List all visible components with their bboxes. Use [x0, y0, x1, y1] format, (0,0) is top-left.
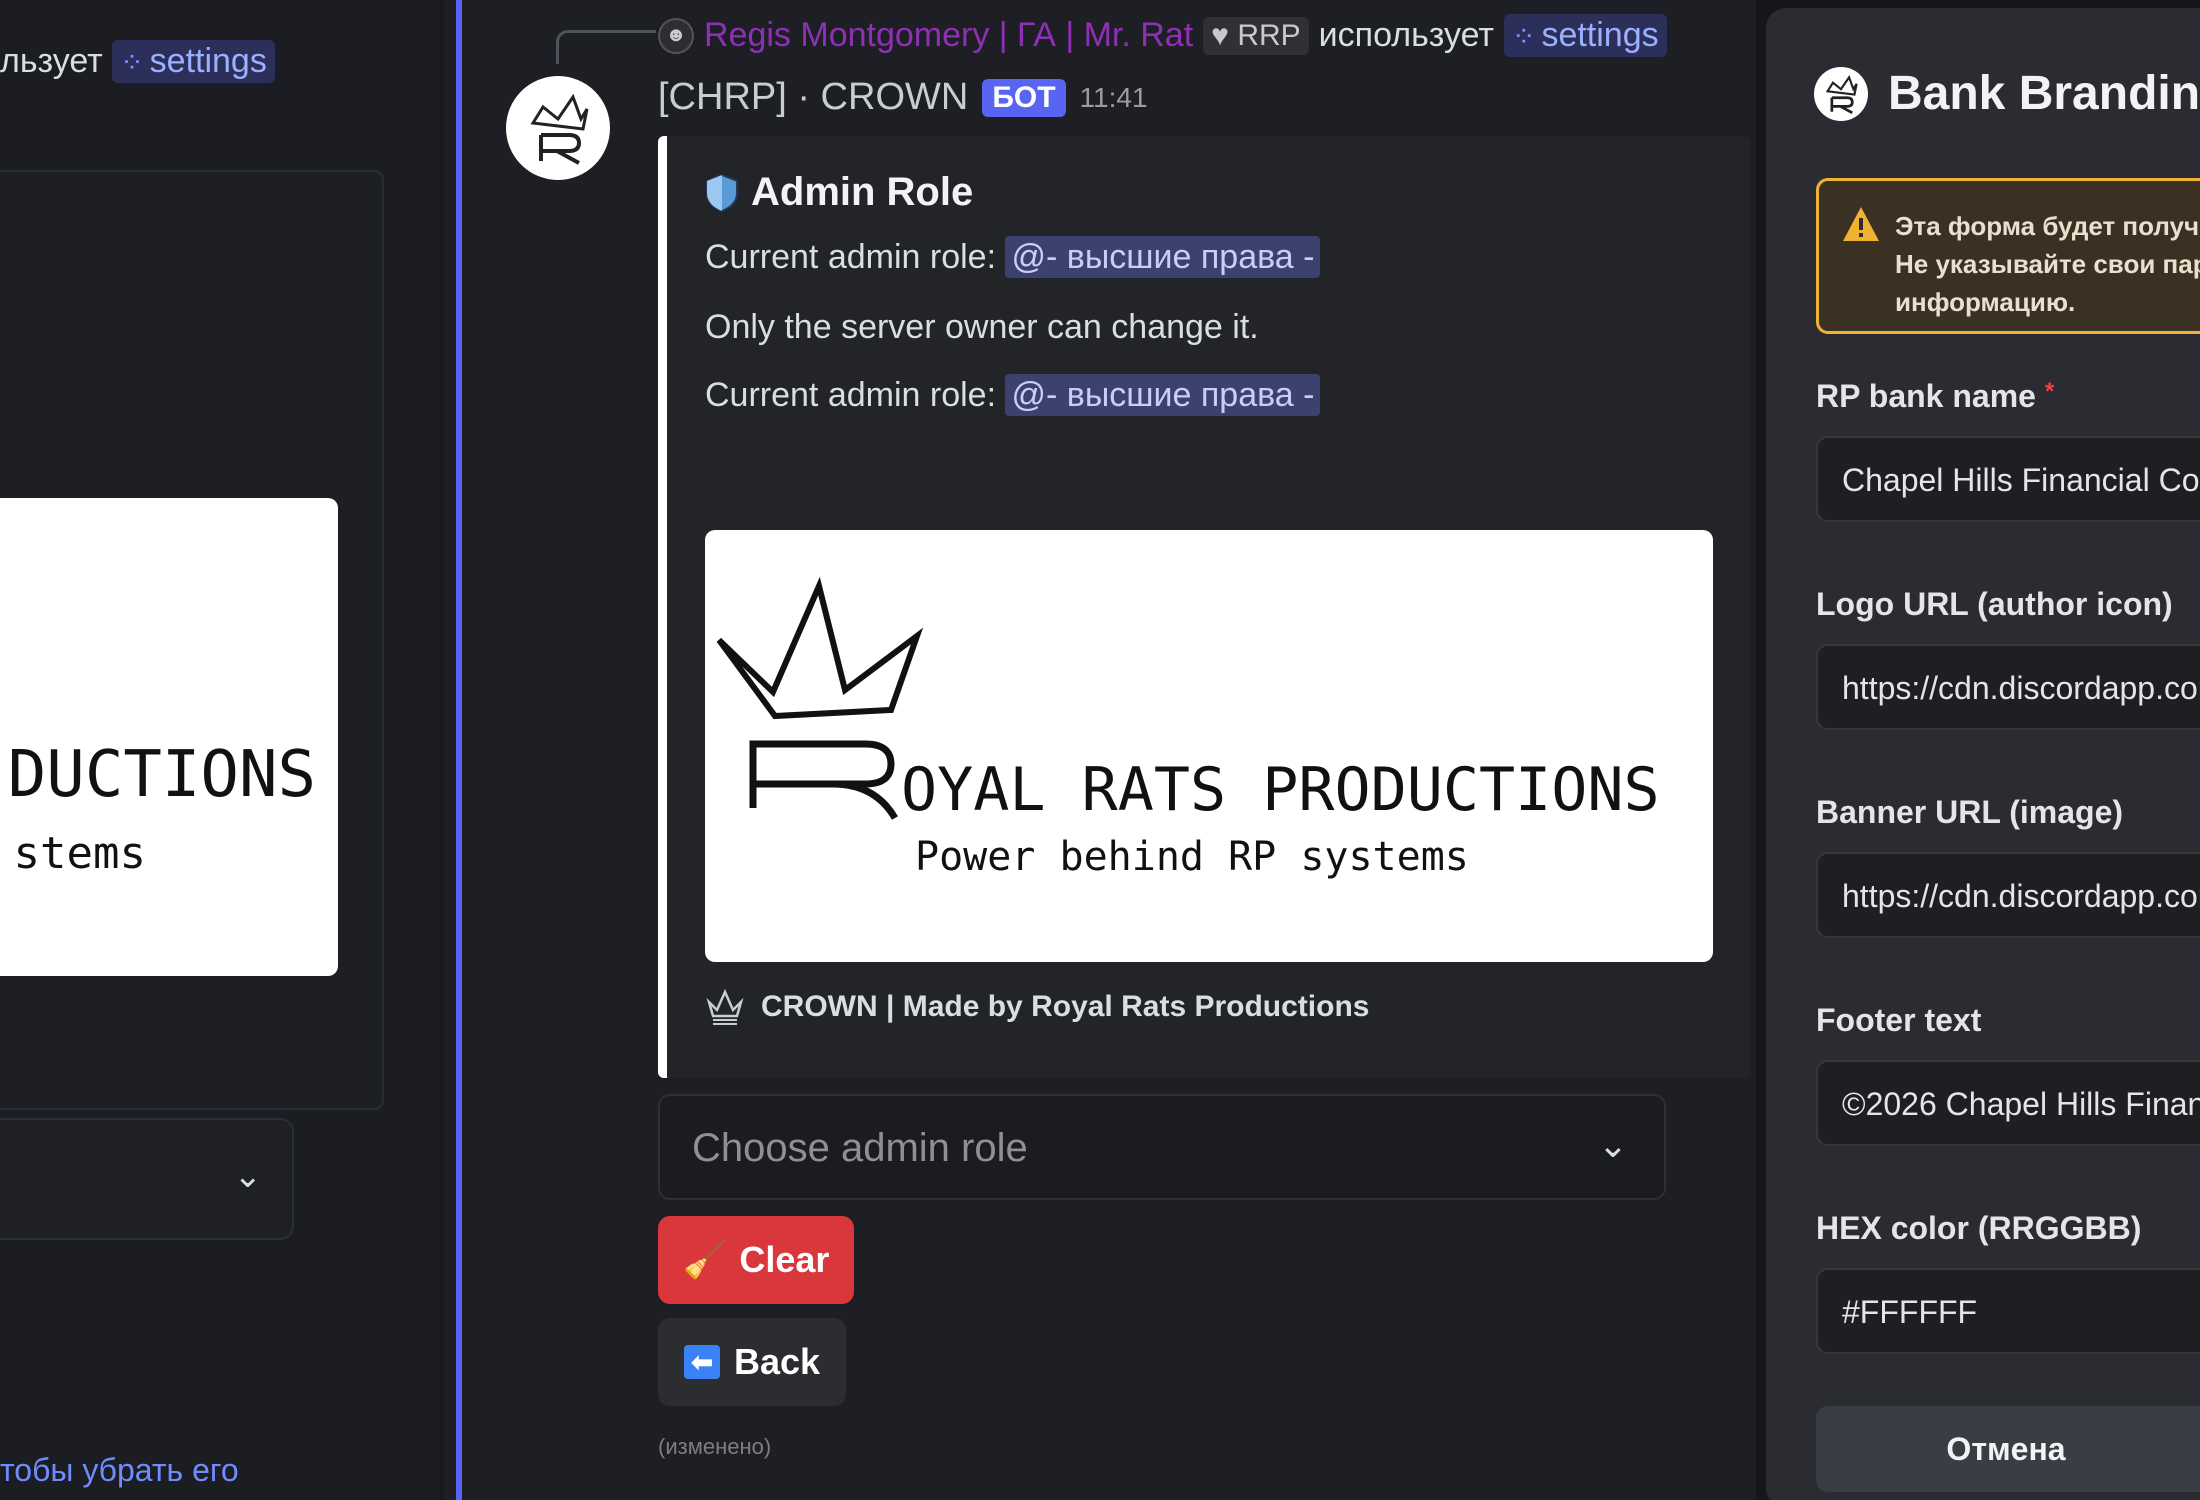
author-name[interactable]: [CHRP] · CROWN	[658, 76, 968, 119]
uses-text: использует	[1318, 16, 1494, 54]
banner-sub-text: Power behind RP systems	[915, 834, 1469, 880]
admin-role-select[interactable]: Choose admin role ⌄	[658, 1094, 1666, 1200]
warning-notice: Эта форма будет получен Не указывайте св…	[1816, 178, 2200, 334]
crown-footer-icon	[706, 988, 744, 1025]
embed-line-3: Current admin role: @- высшие права -	[705, 374, 1321, 416]
left-note-link[interactable]: тобы убрать его	[0, 1452, 239, 1489]
command-chip[interactable]: ⁘ settings	[112, 40, 275, 83]
message-header: [CHRP] · CROWN БОТ 11:41	[658, 76, 1148, 119]
footer-text: CROWN | Made by Royal Rats Productions	[761, 990, 1370, 1023]
app-command-icon: ⁘	[120, 47, 144, 78]
required-marker: *	[2044, 378, 2055, 405]
modal-header: Bank Branding	[1814, 66, 2200, 121]
modal-title: Bank Branding	[1888, 67, 2200, 120]
back-label: Back	[733, 1341, 821, 1382]
heart-icon: ♥	[1211, 18, 1229, 52]
logo-url-input[interactable]: https://cdn.discordapp.com	[1816, 644, 2200, 730]
embed-banner-image[interactable]: OYAL RATS PRODUCTIONS Power behind RP sy…	[705, 530, 1713, 962]
field-label-banner-url: Banner URL (image)	[1816, 794, 2124, 830]
embed: Admin Role Current admin role: @- высшие…	[658, 136, 1750, 1078]
banner-text-small: stems	[13, 828, 146, 879]
banner-url-input[interactable]: https://cdn.discordapp.com	[1816, 852, 2200, 938]
command-label: settings	[1541, 16, 1659, 54]
hex-color-input[interactable]: #FFFFFF	[1816, 1268, 2200, 1354]
field-label-bank-name: RP bank name *	[1816, 378, 2054, 415]
embed-line-2: Only the server owner can change it.	[705, 308, 1259, 346]
server-tag-badge: ♥ RRP	[1203, 16, 1309, 55]
left-pane: льзует ⁘ settings DUCTIONS stems ⌄ тобы у…	[0, 0, 440, 1500]
warning-text: Эта форма будет получен Не указывайте св…	[1895, 207, 2200, 321]
clear-button[interactable]: 🧹 Clear	[658, 1216, 854, 1304]
field-label-hex-color: HEX color (RRGGBB)	[1816, 1210, 2142, 1246]
chevron-down-icon: ⌄	[1597, 1124, 1628, 1165]
banner-main-text: OYAL RATS PRODUCTIONS	[901, 755, 1660, 825]
reply-header[interactable]: ☻ Regis Montgomery | ГА | Mr. Rat ♥ RRP …	[658, 14, 1667, 57]
back-arrow-icon: ⬅	[683, 1345, 720, 1379]
royal-rats-logo: OYAL RATS PRODUCTIONS Power behind RP sy…	[716, 576, 1660, 880]
warning-line: Не указывайте свои паро	[1895, 249, 2200, 279]
timestamp[interactable]: 11:41	[1080, 82, 1148, 114]
role-mention[interactable]: @- высшие права -	[1005, 374, 1321, 416]
clear-label: Clear	[739, 1239, 830, 1280]
field-label-logo-url: Logo URL (author icon)	[1816, 586, 2173, 622]
embed-title-row: Admin Role	[705, 170, 973, 215]
uses-text: льзует	[0, 42, 103, 80]
back-button[interactable]: ⬅ Back	[658, 1318, 846, 1406]
warning-icon	[1843, 207, 1879, 241]
left-banner-image: DUCTIONS stems	[0, 498, 338, 976]
warning-line: информацию.	[1895, 287, 2076, 317]
embed-footer: CROWN | Made by Royal Rats Productions	[705, 986, 1369, 1028]
reply-username[interactable]: Regis Montgomery | ГА | Mr. Rat	[704, 16, 1193, 55]
edited-marker: (изменено)	[658, 1434, 772, 1459]
app-command-icon: ⁘	[1511, 21, 1536, 52]
shield-icon	[706, 173, 738, 212]
reply-avatar[interactable]: ☻	[658, 17, 694, 54]
broom-icon: 🧹	[682, 1239, 728, 1280]
crown-logo-icon	[530, 93, 589, 165]
left-uses-line: льзует ⁘ settings	[0, 40, 275, 83]
bank-name-input[interactable]: Chapel Hills Financial Corp	[1816, 436, 2200, 522]
select-placeholder: Choose admin role	[692, 1126, 1028, 1170]
footer-text-input[interactable]: ©2026 Chapel Hills Financ	[1816, 1060, 2200, 1146]
warning-line: Эта форма будет получен	[1895, 211, 2200, 241]
command-label: settings	[149, 42, 267, 80]
server-tag-label: RRP	[1237, 18, 1301, 52]
chevron-down-icon: ⌄	[233, 1157, 263, 1195]
field-label-footer-text: Footer text	[1816, 1002, 1982, 1038]
bot-badge: БОТ	[982, 78, 1066, 117]
role-mention[interactable]: @- высшие права -	[1005, 236, 1321, 278]
embed-line-1: Current admin role: @- высшие права -	[705, 236, 1321, 278]
highlight-bar	[456, 0, 462, 1500]
cancel-button[interactable]: Отмена	[1816, 1406, 2200, 1492]
left-select[interactable]: ⌄	[0, 1118, 294, 1240]
cancel-label: Отмена	[1946, 1430, 2066, 1467]
line-label: Current admin role:	[705, 376, 997, 414]
bot-avatar[interactable]	[506, 76, 610, 180]
banner-text-big: DUCTIONS	[7, 738, 316, 812]
bank-branding-modal: Bank Branding Эта форма будет получен Не…	[1766, 8, 2200, 1500]
reply-connector	[556, 30, 656, 64]
crown-logo-icon	[1814, 66, 1868, 121]
center-pane: ☻ Regis Montgomery | ГА | Mr. Rat ♥ RRP …	[444, 0, 1756, 1500]
command-chip[interactable]: ⁘ settings	[1503, 14, 1667, 57]
embed-title: Admin Role	[751, 170, 974, 214]
label-text: RP bank name	[1816, 378, 2036, 414]
line-label: Current admin role:	[705, 238, 997, 276]
